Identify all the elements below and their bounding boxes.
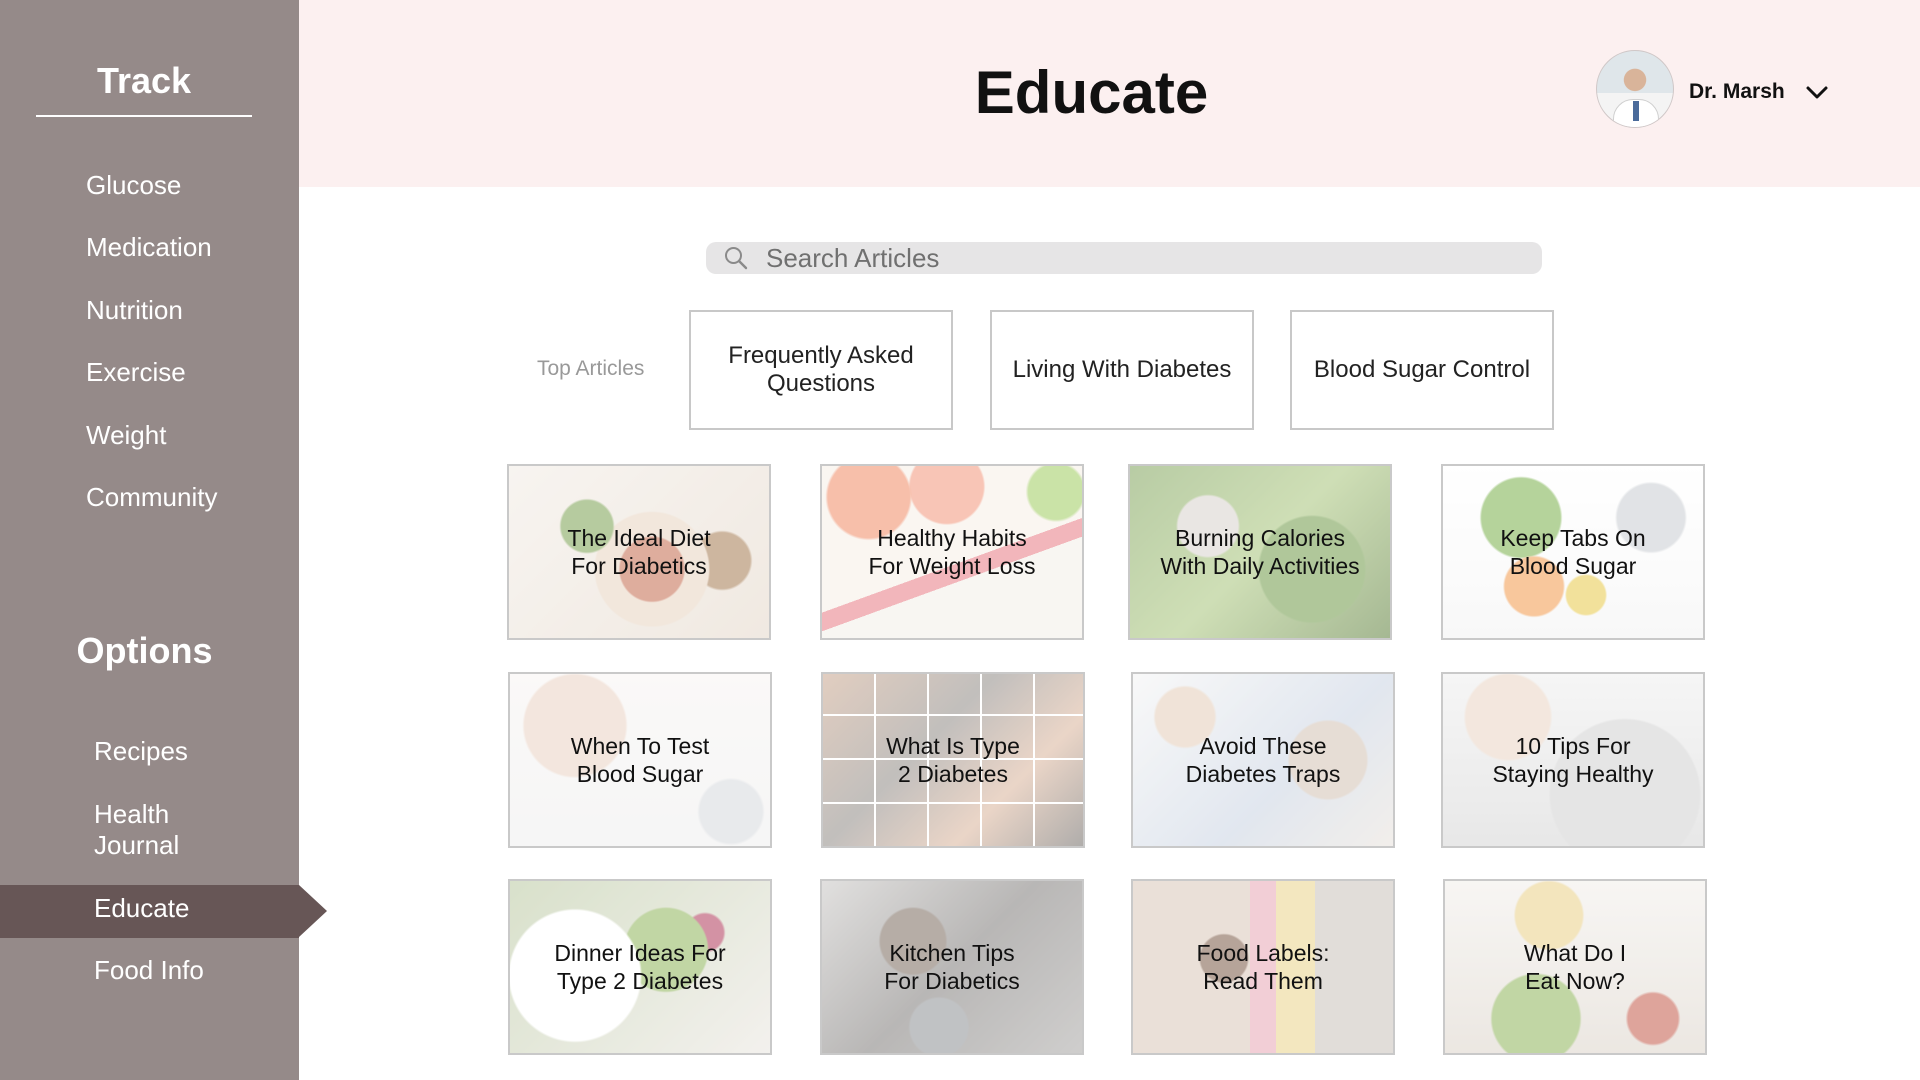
article-title: Avoid These Diabetes Traps	[1185, 733, 1341, 787]
article-title: Food Labels: Read Them	[1196, 940, 1330, 994]
article-title: What Is Type 2 Diabetes	[886, 733, 1020, 787]
top-article-blood-sugar-control-button[interactable]: Blood Sugar Control	[1290, 310, 1554, 430]
article-card-what-is-type-2[interactable]: What Is Type 2 Diabetes	[821, 672, 1085, 848]
article-card-food-labels[interactable]: Food Labels: Read Them	[1131, 879, 1395, 1055]
track-section-title: Track	[96, 60, 192, 101]
article-card-ten-tips[interactable]: 10 Tips For Staying Healthy	[1441, 672, 1705, 848]
sidebar: Track Glucose Medication Nutrition Exerc…	[0, 0, 327, 1080]
article-title: What Do I Eat Now?	[1523, 940, 1627, 994]
nav-item-glucose[interactable]: Glucose	[86, 170, 181, 201]
nav-item-food-info[interactable]: Food Info	[94, 955, 204, 986]
top-article-label: Blood Sugar Control	[1313, 356, 1531, 383]
article-card-when-to-test[interactable]: When To Test Blood Sugar	[508, 672, 772, 848]
user-name[interactable]: Dr. Marsh	[1689, 80, 1785, 104]
article-card-burning-calories[interactable]: Burning Calories With Daily Activities	[1128, 464, 1392, 640]
avatar[interactable]	[1596, 50, 1674, 128]
top-article-living-with-diabetes-button[interactable]: Living With Diabetes	[990, 310, 1254, 430]
search-input[interactable]	[766, 242, 1526, 274]
top-article-label: Frequently Asked Questions	[728, 342, 914, 397]
nav-item-recipes[interactable]: Recipes	[94, 736, 188, 767]
article-title: The Ideal Diet For Diabetics	[567, 525, 711, 579]
nav-item-community[interactable]: Community	[86, 482, 217, 513]
article-card-kitchen-tips[interactable]: Kitchen Tips For Diabetics	[820, 879, 1084, 1055]
article-title: Burning Calories With Daily Activities	[1160, 525, 1360, 579]
nav-item-nutrition[interactable]: Nutrition	[86, 295, 183, 326]
article-card-healthy-habits[interactable]: Healthy Habits For Weight Loss	[820, 464, 1084, 640]
article-card-avoid-traps[interactable]: Avoid These Diabetes Traps	[1131, 672, 1395, 848]
top-articles-label: Top Articles	[537, 357, 645, 380]
article-title: 10 Tips For Staying Healthy	[1492, 733, 1654, 787]
track-divider	[36, 115, 252, 117]
article-title: Healthy Habits For Weight Loss	[868, 525, 1036, 579]
chevron-down-icon[interactable]	[1804, 80, 1830, 106]
article-title: When To Test Blood Sugar	[570, 733, 710, 787]
options-section-title: Options	[76, 630, 213, 671]
article-card-what-do-i-eat[interactable]: What Do I Eat Now?	[1443, 879, 1707, 1055]
nav-item-exercise[interactable]: Exercise	[86, 357, 186, 388]
article-title: Dinner Ideas For Type 2 Diabetes	[554, 940, 726, 994]
nav-item-weight[interactable]: Weight	[86, 420, 166, 451]
article-title: Kitchen Tips For Diabetics	[884, 940, 1020, 994]
nav-item-health-journal[interactable]: Health Journal	[94, 799, 179, 861]
article-title: Keep Tabs On Blood Sugar	[1500, 525, 1646, 579]
article-card-keep-tabs[interactable]: Keep Tabs On Blood Sugar	[1441, 464, 1705, 640]
header: Educate Dr. Marsh	[299, 0, 1920, 187]
nav-active-pointer	[299, 885, 327, 937]
article-card-dinner-ideas[interactable]: Dinner Ideas For Type 2 Diabetes	[508, 879, 772, 1055]
top-article-faq-button[interactable]: Frequently Asked Questions	[689, 310, 953, 430]
search-icon	[725, 247, 748, 270]
avatar-tie	[1633, 101, 1639, 121]
article-card-ideal-diet[interactable]: The Ideal Diet For Diabetics	[507, 464, 771, 640]
search-bar	[706, 242, 1542, 274]
top-article-label: Living With Diabetes	[1012, 356, 1232, 383]
nav-item-medication[interactable]: Medication	[86, 232, 212, 263]
nav-item-educate[interactable]: Educate	[94, 893, 189, 924]
